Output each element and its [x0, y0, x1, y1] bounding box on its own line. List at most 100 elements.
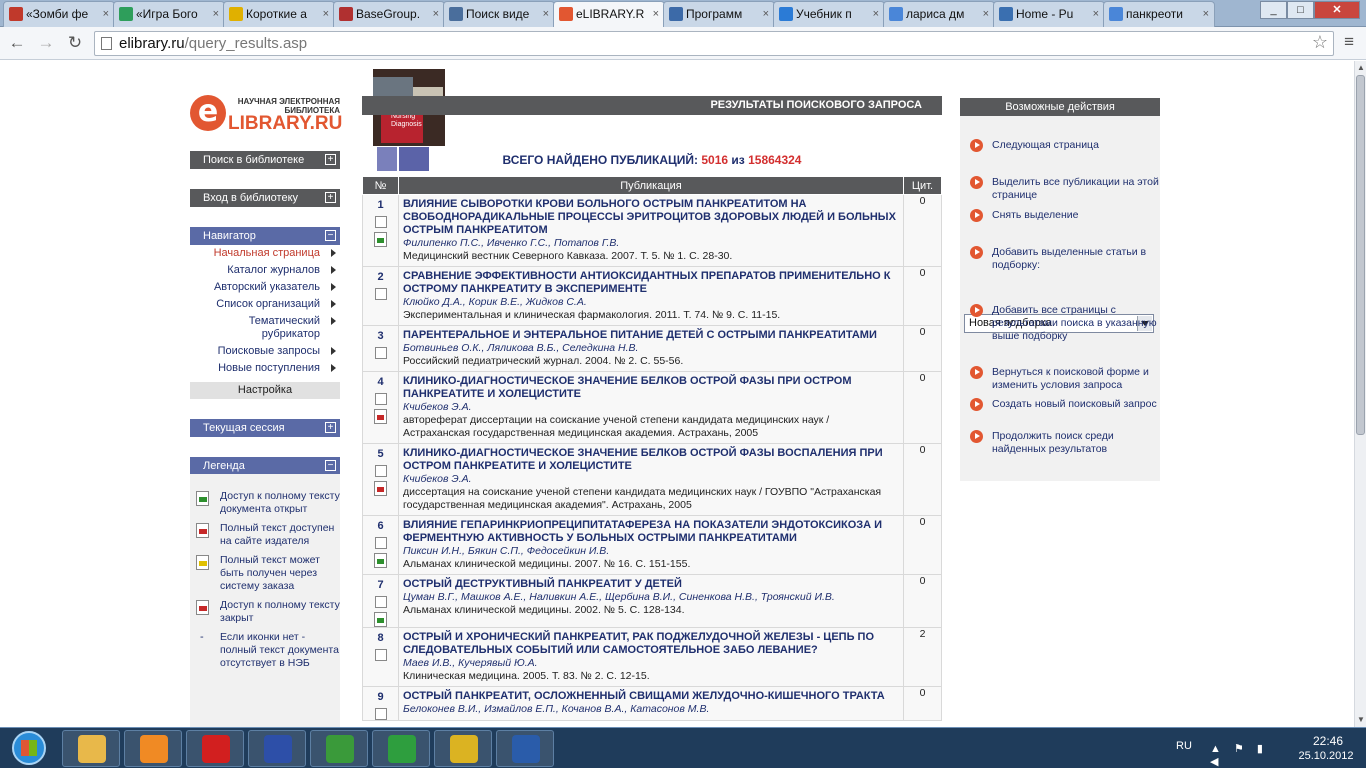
- taskbar-app-button[interactable]: [310, 730, 368, 767]
- taskbar-app-button[interactable]: [434, 730, 492, 767]
- close-tab-icon[interactable]: ×: [543, 2, 549, 26]
- collapse-minus-icon[interactable]: −: [325, 230, 336, 241]
- menu-wrench-icon[interactable]: ≡: [1344, 32, 1354, 52]
- taskbar-app-button[interactable]: [372, 730, 430, 767]
- navigator-item[interactable]: Начальная страница: [190, 245, 340, 262]
- video-icon: [9, 7, 23, 21]
- reload-icon[interactable]: ↻: [64, 32, 86, 54]
- navigator-item[interactable]: Список организаций: [190, 296, 340, 313]
- select-checkbox[interactable]: [374, 596, 387, 608]
- search-library-block[interactable]: Поиск в библиотеке +: [190, 151, 340, 169]
- close-tab-icon[interactable]: ×: [983, 2, 989, 26]
- browser-tab[interactable]: BaseGroup. ×: [333, 1, 445, 27]
- pdf-publisher-icon[interactable]: [374, 409, 387, 424]
- publication-title-link[interactable]: ОСТРЫЙ ПАНКРЕАТИТ, ОСЛОЖНЕННЫЙ СВИЩАМИ Ж…: [403, 690, 899, 703]
- select-checkbox[interactable]: [374, 393, 387, 405]
- close-tab-icon[interactable]: ×: [653, 2, 659, 26]
- maximize-icon[interactable]: □: [1287, 1, 1314, 19]
- publication-title-link[interactable]: СРАВНЕНИЕ ЭФФЕКТИВНОСТИ АНТИОКСИДАНТНЫХ …: [403, 270, 899, 296]
- taskbar-app-button[interactable]: [124, 730, 182, 767]
- navigator-item[interactable]: Авторский указатель: [190, 279, 340, 296]
- clock-date[interactable]: 25.10.2012: [1286, 750, 1366, 762]
- browser-tab[interactable]: панкреоти ×: [1103, 1, 1215, 27]
- publication-title-link[interactable]: КЛИНИКО-ДИАГНОСТИЧЕСКОЕ ЗНАЧЕНИЕ БЕЛКОВ …: [403, 447, 899, 473]
- select-checkbox[interactable]: [374, 649, 387, 661]
- select-checkbox[interactable]: [374, 708, 387, 720]
- browser-tab[interactable]: Учебник п ×: [773, 1, 885, 27]
- browser-tab[interactable]: лариса дм ×: [883, 1, 995, 27]
- browser-tab[interactable]: Программ ×: [663, 1, 775, 27]
- taskbar-app-button[interactable]: [248, 730, 306, 767]
- taskbar-app-button[interactable]: [62, 730, 120, 767]
- select-checkbox[interactable]: [374, 537, 387, 549]
- pdf-open-icon[interactable]: [374, 553, 387, 568]
- close-tab-icon[interactable]: ×: [763, 2, 769, 26]
- navigator-item[interactable]: Новые поступления: [190, 360, 340, 377]
- browser-tab[interactable]: Поиск виде ×: [443, 1, 555, 27]
- close-tab-icon[interactable]: ×: [1093, 2, 1099, 26]
- scroll-thumb[interactable]: [1356, 75, 1365, 435]
- browser-tab[interactable]: Home - Pu ×: [993, 1, 1105, 27]
- back-to-form-link[interactable]: Вернуться к поисковой форме и изменить у…: [968, 366, 1160, 392]
- actions-panel: Возможные действия Следующая страница Вы…: [960, 98, 1160, 481]
- select-checkbox[interactable]: [374, 288, 387, 300]
- clock-time[interactable]: 22:46: [1298, 734, 1358, 748]
- navigator-item[interactable]: Поисковые запросы: [190, 343, 340, 360]
- select-checkbox[interactable]: [374, 347, 387, 359]
- scroll-up-icon[interactable]: ▲: [1356, 62, 1366, 74]
- publication-title-link[interactable]: КЛИНИКО-ДИАГНОСТИЧЕСКОЕ ЗНАЧЕНИЕ БЕЛКОВ …: [403, 375, 899, 401]
- taskbar-app-button[interactable]: [496, 730, 554, 767]
- browser-tab[interactable]: Короткие а ×: [223, 1, 335, 27]
- select-checkbox[interactable]: [374, 465, 387, 477]
- expand-plus-icon[interactable]: +: [325, 154, 336, 165]
- close-tab-icon[interactable]: ×: [213, 2, 219, 26]
- close-tab-icon[interactable]: ×: [323, 2, 329, 26]
- collapse-minus-icon[interactable]: −: [325, 460, 336, 471]
- current-session-block[interactable]: Текущая сессия +: [190, 419, 340, 437]
- publication-title-link[interactable]: ОСТРЫЙ ДЕСТРУКТИВНЫЙ ПАНКРЕАТИТ У ДЕТЕЙ: [403, 578, 899, 591]
- close-tab-icon[interactable]: ×: [103, 2, 109, 26]
- expand-plus-icon[interactable]: +: [325, 422, 336, 433]
- navigator-block[interactable]: Навигатор −: [190, 227, 340, 245]
- elibrary-logo[interactable]: e НАУЧНАЯ ЭЛЕКТРОННАЯ БИБЛИОТЕКА LIBRARY…: [190, 95, 342, 135]
- expand-plus-icon[interactable]: +: [325, 192, 336, 203]
- new-query-link[interactable]: Создать новый поисковый запрос: [968, 398, 1160, 411]
- select-checkbox[interactable]: [374, 216, 387, 228]
- login-library-block[interactable]: Вход в библиотеку +: [190, 189, 340, 207]
- bookmark-star-icon[interactable]: ☆: [1312, 32, 1328, 53]
- pdf-open-icon[interactable]: [374, 612, 387, 627]
- publication-title-link[interactable]: ВЛИЯНИЕ ГЕПАРИНКРИОПРЕЦИПИТАТАФЕРЕЗА НА …: [403, 519, 899, 545]
- next-page-link[interactable]: Следующая страница: [968, 139, 1160, 152]
- close-tab-icon[interactable]: ×: [433, 2, 439, 26]
- scroll-down-icon[interactable]: ▼: [1356, 714, 1366, 726]
- settings-link[interactable]: Настройка: [190, 382, 340, 399]
- legend-block[interactable]: Легенда −: [190, 457, 340, 475]
- deselect-link[interactable]: Снять выделение: [968, 209, 1160, 222]
- add-all-pages-link[interactable]: Добавить все страницы с результатами пои…: [968, 304, 1160, 343]
- publication-title-link[interactable]: ПАРЕНТЕРАЛЬНОЕ И ЭНТЕРАЛЬНОЕ ПИТАНИЕ ДЕТ…: [403, 329, 899, 342]
- publication-title-link[interactable]: ВЛИЯНИЕ СЫВОРОТКИ КРОВИ БОЛЬНОГО ОСТРЫМ …: [403, 198, 899, 237]
- navigator-item[interactable]: Тематический рубрикатор: [190, 313, 340, 343]
- browser-tab[interactable]: eLIBRARY.R ×: [553, 1, 665, 28]
- navigator-item[interactable]: Каталог журналов: [190, 262, 340, 279]
- minimize-icon[interactable]: _: [1260, 1, 1287, 19]
- publication-title-link[interactable]: ОСТРЫЙ И ХРОНИЧЕСКИЙ ПАНКРЕАТИТ, РАК ПОД…: [403, 631, 899, 657]
- vertical-scrollbar[interactable]: ▲ ▼: [1354, 61, 1366, 727]
- close-tab-icon[interactable]: ×: [1203, 2, 1209, 26]
- browser-tab[interactable]: «Игра Бого ×: [113, 1, 225, 27]
- start-button[interactable]: [2, 728, 54, 769]
- select-all-link[interactable]: Выделить все публикации на этой странице: [968, 176, 1160, 202]
- back-arrow-icon[interactable]: ←: [6, 32, 28, 54]
- browser-tab[interactable]: «Зомби фе ×: [3, 1, 115, 27]
- pdf-publisher-icon[interactable]: [374, 481, 387, 496]
- address-bar[interactable]: elibrary.ru/query_results.asp: [94, 31, 1334, 56]
- close-window-icon[interactable]: ✕: [1314, 1, 1360, 19]
- taskbar-app-button[interactable]: [186, 730, 244, 767]
- add-selected-link[interactable]: Добавить выделенные статьи в подборку:: [968, 246, 1160, 272]
- pdf-open-icon[interactable]: [374, 232, 387, 247]
- forward-arrow-icon[interactable]: →: [35, 32, 57, 54]
- close-tab-icon[interactable]: ×: [873, 2, 879, 26]
- search-within-link[interactable]: Продолжить поиск среди найденных результ…: [968, 430, 1160, 456]
- tray-icons[interactable]: ▲ ⚑ ▮ ◀: [1210, 742, 1270, 768]
- language-indicator[interactable]: RU: [1176, 740, 1192, 752]
